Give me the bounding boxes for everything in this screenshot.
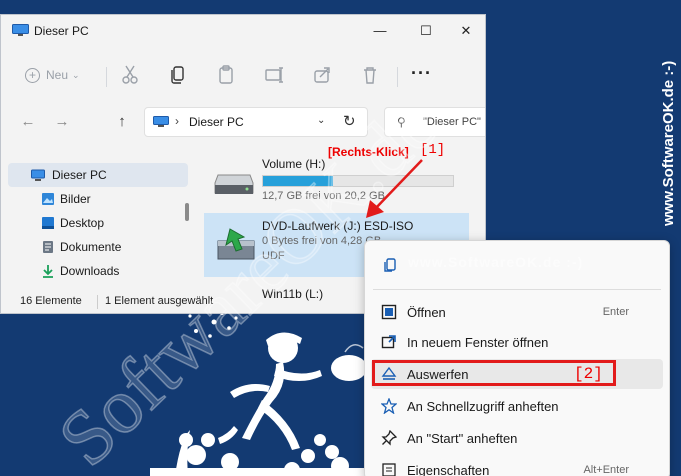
search-icon: ⚲ — [397, 115, 406, 129]
step-2-annotation: [2] — [574, 365, 603, 383]
watermark-vertical-text: www.SoftwareOK.de :-) — [660, 61, 677, 227]
sidebar-item-label: Dokumente — [60, 240, 122, 254]
hard-drive-icon — [214, 174, 254, 194]
menu-divider — [373, 289, 661, 290]
menu-item-open-new-window[interactable]: In neuem Fenster öffnen — [371, 327, 663, 357]
sidebar-item-bilder[interactable]: Bilder — [8, 187, 188, 211]
title-bar: Dieser PC — ☐ ✕ — [1, 15, 485, 47]
more-options-button[interactable]: ··· — [411, 63, 432, 84]
plus-icon: + — [25, 67, 40, 83]
delete-icon[interactable] — [359, 63, 381, 87]
sidebar-item-label: Desktop — [60, 216, 105, 230]
paste-icon[interactable] — [215, 63, 237, 87]
sidebar-scrollbar[interactable] — [185, 203, 189, 221]
menu-item-properties[interactable]: Eigenschaften Alt+Enter — [371, 455, 663, 476]
menu-item-open[interactable]: Öffnen Enter — [371, 297, 663, 327]
drive-usage-fill — [263, 176, 334, 186]
sidebar-item-dieser-pc[interactable]: Dieser PC — [8, 163, 188, 187]
navigation-row: ← → ↑ › Dieser PC ⌄ ↻ ⚲ "Dieser PC" — [1, 107, 485, 137]
step-1-annotation: [1] — [420, 142, 446, 158]
pc-icon — [12, 24, 29, 36]
menu-item-pin-quick-access[interactable]: An Schnellzugriff anheften — [371, 391, 663, 421]
menu-item-shortcut: Enter — [602, 306, 629, 318]
menu-item-label: An Schnellzugriff anheften — [407, 399, 559, 414]
pictures-icon — [42, 193, 54, 205]
sidebar-item-label: Downloads — [60, 264, 120, 278]
refresh-button[interactable]: ↻ — [343, 112, 356, 130]
forward-button[interactable]: → — [51, 111, 73, 133]
sidebar-item-label: Dieser PC — [52, 168, 107, 182]
back-button[interactable]: ← — [17, 111, 39, 133]
navigation-pane: Dieser PC Bilder Desktop Dokumente Downl… — [8, 163, 189, 283]
up-button[interactable]: ↑ — [111, 111, 133, 133]
menu-item-label: In neuem Fenster öffnen — [407, 335, 549, 350]
toolbar-divider — [106, 67, 107, 87]
toolbar-divider — [397, 67, 398, 87]
menu-item-label: Eigenschaften — [407, 463, 490, 476]
menu-item-shortcut: Alt+Enter — [583, 464, 629, 476]
breadcrumb-separator-icon: › — [175, 114, 179, 128]
watermark-inline: www.SoftwareOK.de :-) — [408, 254, 584, 270]
properties-icon — [382, 463, 396, 476]
arrow-icon — [366, 159, 423, 218]
drive-name: Volume (H:) — [262, 157, 326, 171]
menu-item-label: An "Start" anheften — [407, 431, 518, 446]
pc-icon — [31, 169, 45, 181]
star-pin-icon — [381, 398, 397, 414]
window-title: Dieser PC — [34, 24, 89, 38]
share-icon[interactable] — [311, 63, 333, 87]
sidebar-item-downloads[interactable]: Downloads — [8, 259, 188, 283]
status-divider — [97, 295, 98, 309]
pc-icon — [153, 116, 169, 127]
chevron-down-icon: ⌄ — [72, 70, 80, 81]
cut-icon[interactable] — [119, 63, 141, 87]
search-placeholder: "Dieser PC" — [423, 116, 481, 128]
selection-count: 1 Element ausgewählt — [105, 295, 214, 307]
new-button[interactable]: + Neu ⌄ — [25, 63, 89, 87]
maximize-button[interactable]: ☐ — [411, 21, 441, 41]
address-dropdown-button[interactable]: ⌄ — [317, 115, 325, 126]
command-bar: + Neu ⌄ ··· — [1, 55, 485, 95]
downloads-icon — [43, 265, 53, 278]
open-icon — [381, 304, 397, 320]
watermark-vertical: www.SoftwareOK.de :-) — [660, 61, 677, 227]
desktop-icon — [42, 217, 54, 229]
menu-item-pin-start[interactable]: An "Start" anheften — [371, 423, 663, 453]
new-window-icon — [381, 335, 396, 349]
address-bar[interactable]: › Dieser PC ⌄ ↻ — [144, 107, 368, 137]
search-input[interactable]: ⚲ "Dieser PC" — [384, 107, 485, 137]
drive-filesystem-text: UDF — [262, 250, 285, 262]
breadcrumb-item[interactable]: Dieser PC — [189, 115, 244, 129]
copy-icon[interactable] — [167, 63, 189, 87]
dvd-drive-icon — [217, 228, 255, 260]
menu-item-label: Öffnen — [407, 305, 446, 320]
sidebar-item-desktop[interactable]: Desktop — [8, 211, 188, 235]
context-menu: Öffnen Enter In neuem Fenster öffnen Aus… — [364, 240, 670, 476]
sidebar-item-dokumente[interactable]: Dokumente — [8, 235, 188, 259]
rename-icon[interactable] — [263, 63, 285, 87]
sidebar-item-label: Bilder — [60, 192, 91, 206]
copy-icon[interactable] — [383, 257, 397, 273]
pin-icon — [381, 430, 397, 446]
new-label: Neu — [46, 68, 69, 83]
right-click-annotation: [Rechts-Klick] — [328, 145, 409, 159]
documents-icon — [43, 241, 53, 253]
close-button[interactable]: ✕ — [451, 21, 481, 41]
item-count: 16 Elemente — [20, 295, 82, 307]
minimize-button[interactable]: — — [365, 21, 395, 41]
